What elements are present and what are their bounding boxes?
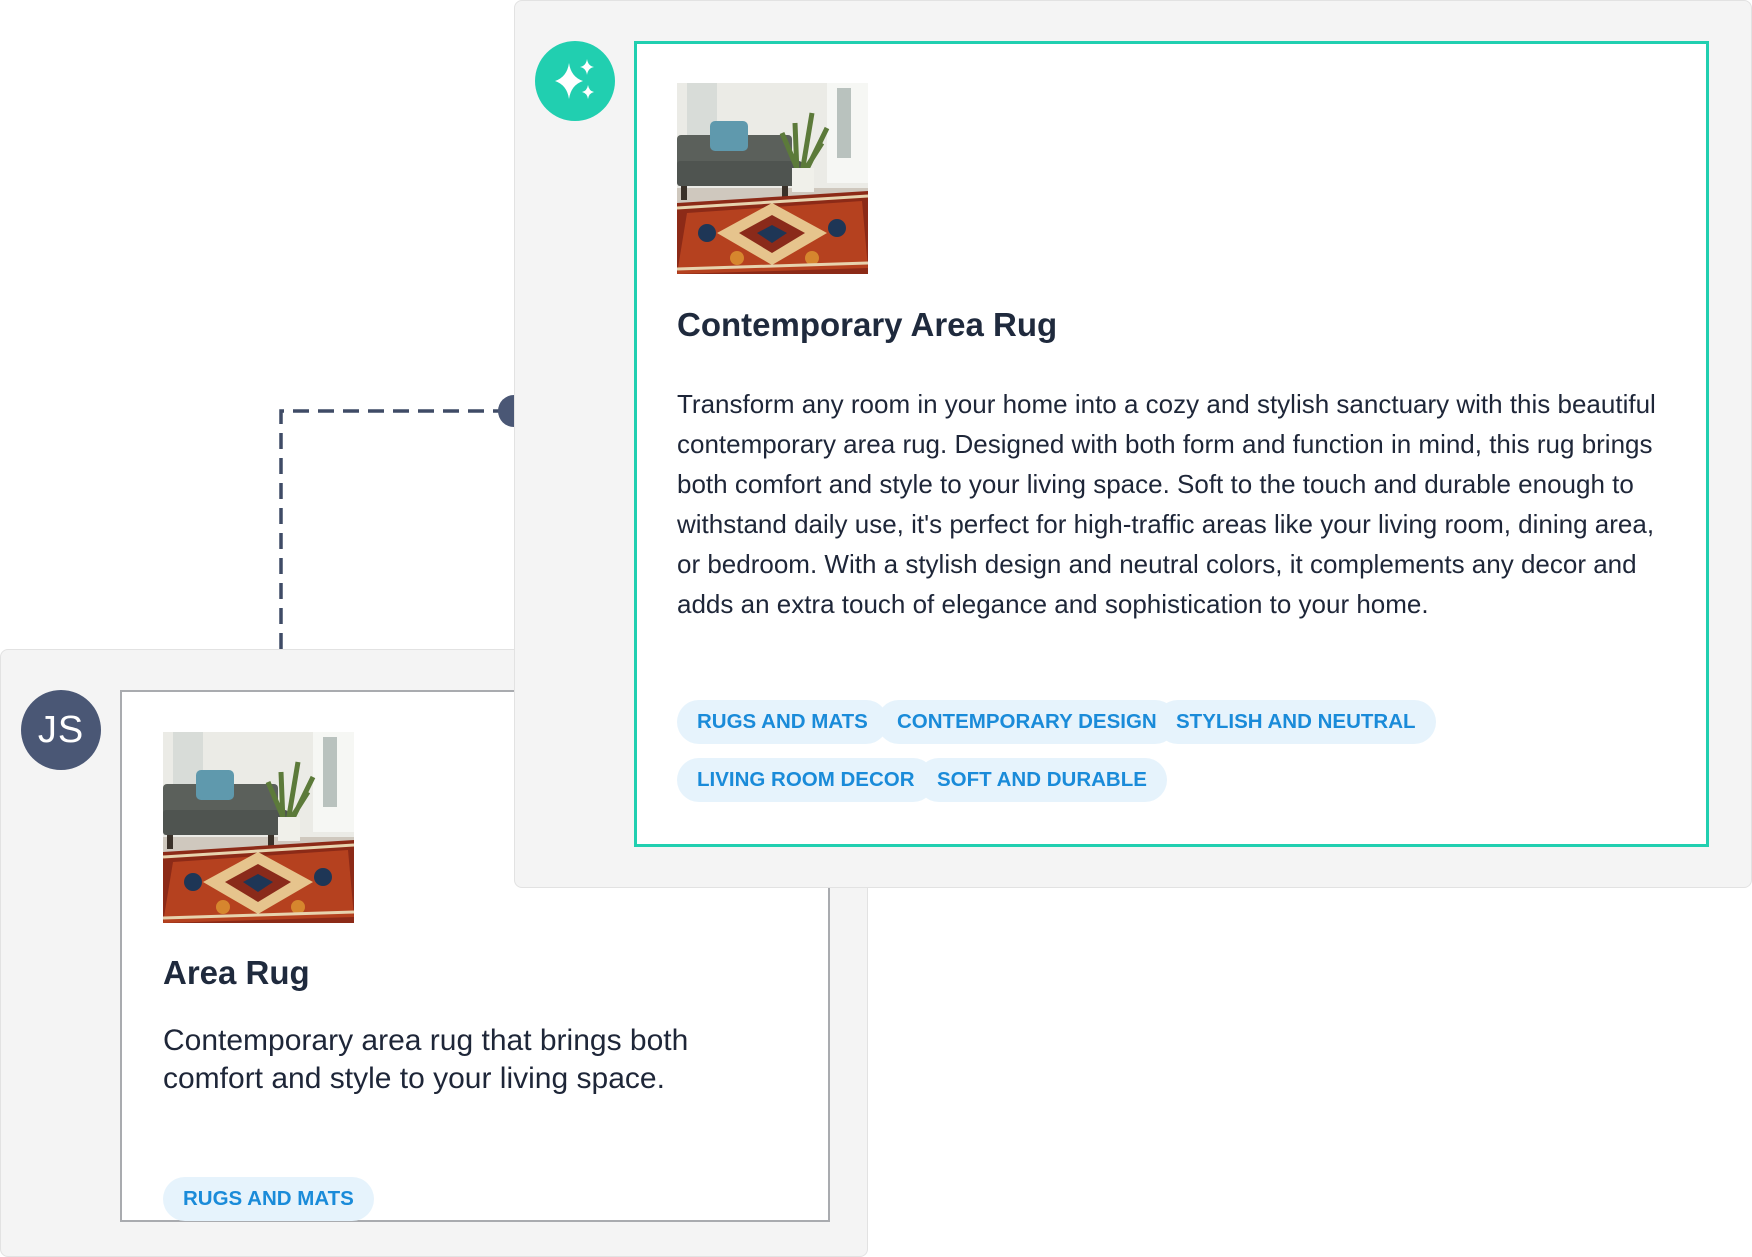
- tag-stylish-and-neutral[interactable]: STYLISH AND NEUTRAL: [1156, 700, 1436, 744]
- tag-living-room-decor[interactable]: LIVING ROOM DECOR: [677, 758, 935, 802]
- tag-soft-and-durable[interactable]: SOFT AND DURABLE: [917, 758, 1167, 802]
- product-description: Contemporary area rug that brings both c…: [163, 1024, 689, 1095]
- product-title: Area Rug: [163, 954, 310, 991]
- tag-rugs-and-mats[interactable]: RUGS AND MATS: [677, 700, 888, 744]
- generated-product-card[interactable]: Contemporary Area Rug Transform any room…: [634, 41, 1709, 847]
- avatar-initials: JS: [37, 708, 85, 751]
- product-image: [677, 83, 868, 274]
- user-avatar: JS: [21, 690, 101, 770]
- tag-rugs-and-mats[interactable]: RUGS AND MATS: [163, 1177, 374, 1221]
- sparkles-icon: [555, 59, 594, 99]
- product-image: [163, 732, 354, 923]
- product-title: Contemporary Area Rug: [677, 306, 1058, 343]
- product-description: Transform any room in your home into a c…: [677, 389, 1656, 619]
- ai-avatar: [535, 41, 615, 121]
- tag-contemporary-design[interactable]: CONTEMPORARY DESIGN: [877, 700, 1177, 744]
- generated-panel: Contemporary Area Rug Transform any room…: [514, 0, 1752, 888]
